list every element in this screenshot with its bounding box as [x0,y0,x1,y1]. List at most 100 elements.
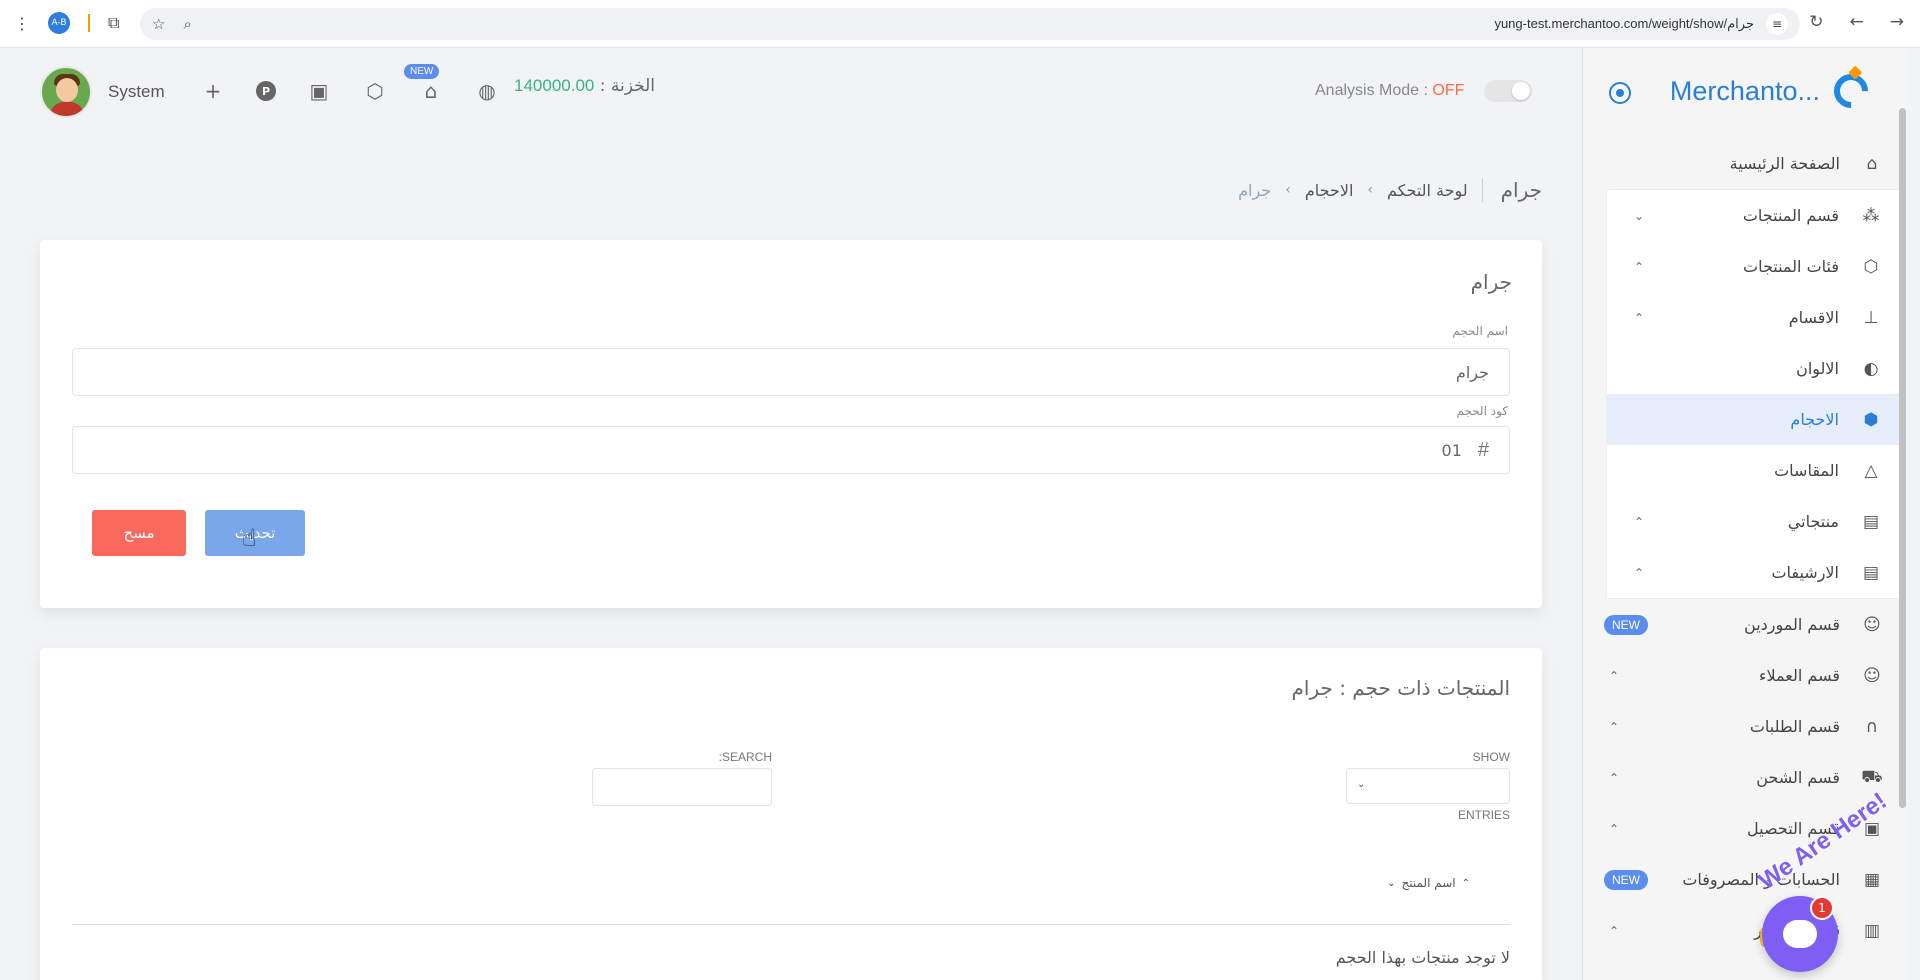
chevron-up-icon: ⌃ [1633,565,1645,580]
globe-icon[interactable]: ◍ [474,78,500,104]
chat-button[interactable]: 1 [1762,896,1838,972]
brand-name[interactable]: Merchanto... [1670,76,1820,107]
cash-icon[interactable]: ▣ [306,78,332,104]
chevron-up-icon: ⌃ [1633,310,1645,325]
palette-icon: ◐ [1863,358,1879,379]
site-settings-icon[interactable]: ≡ [1766,13,1788,35]
brand[interactable]: Merchanto... [1670,66,1876,116]
column-header-product-name[interactable]: ⌃ اسم المنتج ⌄ [1387,876,1470,890]
back-icon[interactable]: ← [1850,12,1864,32]
page-title: جرام [1481,178,1542,202]
chevron-down-icon: ⌄ [1357,779,1366,790]
avatar[interactable] [40,66,92,118]
sidebar-item-label: فئات المنتجات [1743,257,1839,276]
sidebar-item-archives[interactable]: ▤ الارشيفات ⌃ [1607,547,1899,598]
url-text[interactable]: yung-test.merchantoo.com/weight/show/جرا… [1494,16,1754,32]
user-menu[interactable]: System [40,66,165,118]
unread-count-badge: 1 [1810,896,1834,920]
sidebar-item-orders[interactable]: ∩ قسم الطلبات ⌃ [1582,701,1908,752]
chevron-up-icon: ⌃ [1633,514,1645,529]
sidebar-item-sections[interactable]: ⊥ الاقسام ⌃ [1607,292,1899,343]
browser-toolbar: ⋮ A-B ⧉ ☆ ⌕ yung-test.merchantoo.com/wei… [0,0,1920,48]
sidebar-scrollbar[interactable] [1899,108,1906,808]
analysis-toggle[interactable] [1484,80,1533,102]
chevron-up-icon: ⌃ [1608,719,1620,734]
size-code-value[interactable]: 01 [1442,441,1462,460]
breadcrumb-separator: › [1367,182,1373,198]
breadcrumb-link-dashboard[interactable]: لوحة التحكم [1387,181,1468,200]
delete-button[interactable]: مسح [92,510,186,556]
card-title: جرام [1470,270,1512,294]
new-badge: NEW [1604,869,1648,890]
sidebar: Merchanto... ⌂ الصفحة الرئيسية ⁂ قسم الم… [1582,48,1908,980]
sidebar-item-products[interactable]: ⁂ قسم المنتجات ⌄ [1607,190,1899,241]
chevron-up-icon: ⌃ [1633,259,1645,274]
zoom-icon[interactable]: ⌕ [183,15,191,33]
breadcrumb: جرام لوحة التحكم › الاحجام › جرام [40,178,1542,202]
size-code-field[interactable]: # 01 [72,426,1510,474]
entries-label: ENTRIES [1457,808,1510,822]
column-header-label: اسم المنتج [1401,876,1456,890]
sidebar-item-label: قسم المنتجات [1742,206,1839,225]
sidebar-item-label: قسم الطلبات [1749,717,1840,736]
products-title: المنتجات ذات حجم : جرام [1291,676,1511,700]
topbar-actions: + P ▣ ⬡ ⌂ NEW ◍ [200,64,500,104]
show-label: SHOW [1472,750,1510,764]
browser-left-controls: ⋮ A-B ⧉ [14,12,119,34]
sort-icon: ⌄ [1387,877,1396,889]
sidebar-item-label: المقاسات [1774,461,1839,480]
sidebar-item-label: قسم الموردين [1744,615,1840,634]
box-icon: ⬡ [1863,256,1879,277]
sidebar-item-sizes[interactable]: ⬢ الاحجام [1607,394,1899,445]
parking-icon[interactable]: P [256,81,276,101]
extension-icon[interactable]: A-B [48,12,70,34]
search-input[interactable] [592,768,772,806]
sidebar-item-colors[interactable]: ◐ الالوان [1607,343,1899,394]
sidebar-item-my-products[interactable]: ▤ منتجاتي ⌃ [1607,496,1899,547]
entries-select[interactable]: ⌄ [1346,768,1510,804]
brand-logo-icon [1826,66,1876,116]
address-bar[interactable]: ☆ ⌕ yung-test.merchantoo.com/weight/show… [140,8,1800,40]
sidebar-item-label: قسم الشحن [1756,768,1840,787]
analysis-label: Analysis Mode : [1315,82,1428,99]
user-name[interactable]: System [108,82,165,102]
box-icon[interactable]: ⬡ [362,78,388,104]
size-code-label: كود الحجم [1456,404,1508,418]
breadcrumb-link-sizes[interactable]: الاحجام [1305,181,1354,200]
sidebar-item-accounts[interactable]: ▦ الحسابات و المصروفات NEW [1582,854,1908,905]
archive-icon: ▤ [1862,511,1880,532]
sidebar-item-measures[interactable]: △ المقاسات [1607,445,1899,496]
sidebar-item-label: الالوان [1796,359,1839,378]
sidebar-item-label: الاقسام [1788,308,1839,327]
toolbar-separator [88,14,90,32]
sidebar-item-shipping[interactable]: ⛟ قسم الشحن ⌃ [1582,752,1908,803]
store-icon[interactable]: ⌂ NEW [404,64,444,104]
truck-icon: ⛟ [1861,766,1883,787]
chevron-down-icon: ⌄ [1633,208,1645,223]
sidebar-item-home[interactable]: ⌂ الصفحة الرئيسية [1582,138,1908,189]
products-submenu: ⁂ قسم المنتجات ⌄ ⬡ فئات المنتجات ⌃ ⊥ الا… [1606,189,1900,599]
chevron-up-icon: ⌃ [1608,821,1620,836]
sidebar-item-suppliers[interactable]: ☺ قسم الموردين NEW [1582,599,1908,650]
reload-icon[interactable]: ↻ [1809,12,1823,32]
size-name-label: اسم الحجم [1452,324,1508,338]
analysis-state: OFF [1432,82,1465,99]
forward-icon[interactable]: → [1890,12,1904,32]
sidebar-item-categories[interactable]: ⬡ فئات المنتجات ⌃ [1607,241,1899,292]
sidebar-item-label: الارشيفات [1771,563,1839,582]
sidebar-pin-icon[interactable] [1609,82,1631,104]
headset-icon: ∩ [1865,716,1879,737]
star-icon[interactable]: ☆ [152,15,165,33]
sidebar-item-label: الاحجام [1790,410,1839,429]
sidebar-item-label: الصفحة الرئيسية [1729,154,1840,173]
sidebar-item-customers[interactable]: ☺ قسم العملاء ⌃ [1582,650,1908,701]
size-name-value[interactable]: جرام [1456,363,1489,382]
table-divider [72,924,1510,925]
plus-icon[interactable]: + [200,78,226,104]
menu-dots-icon[interactable]: ⋮ [14,14,30,33]
analysis-mode: Analysis Mode : OFF [1315,80,1533,102]
puzzle-icon[interactable]: ⧉ [108,13,119,33]
size-name-field[interactable]: جرام [72,348,1510,396]
sidebar-item-reports[interactable]: ▥ قسم التقارير ⌃ [1582,905,1908,956]
user-icon: ☺ [1863,665,1881,686]
